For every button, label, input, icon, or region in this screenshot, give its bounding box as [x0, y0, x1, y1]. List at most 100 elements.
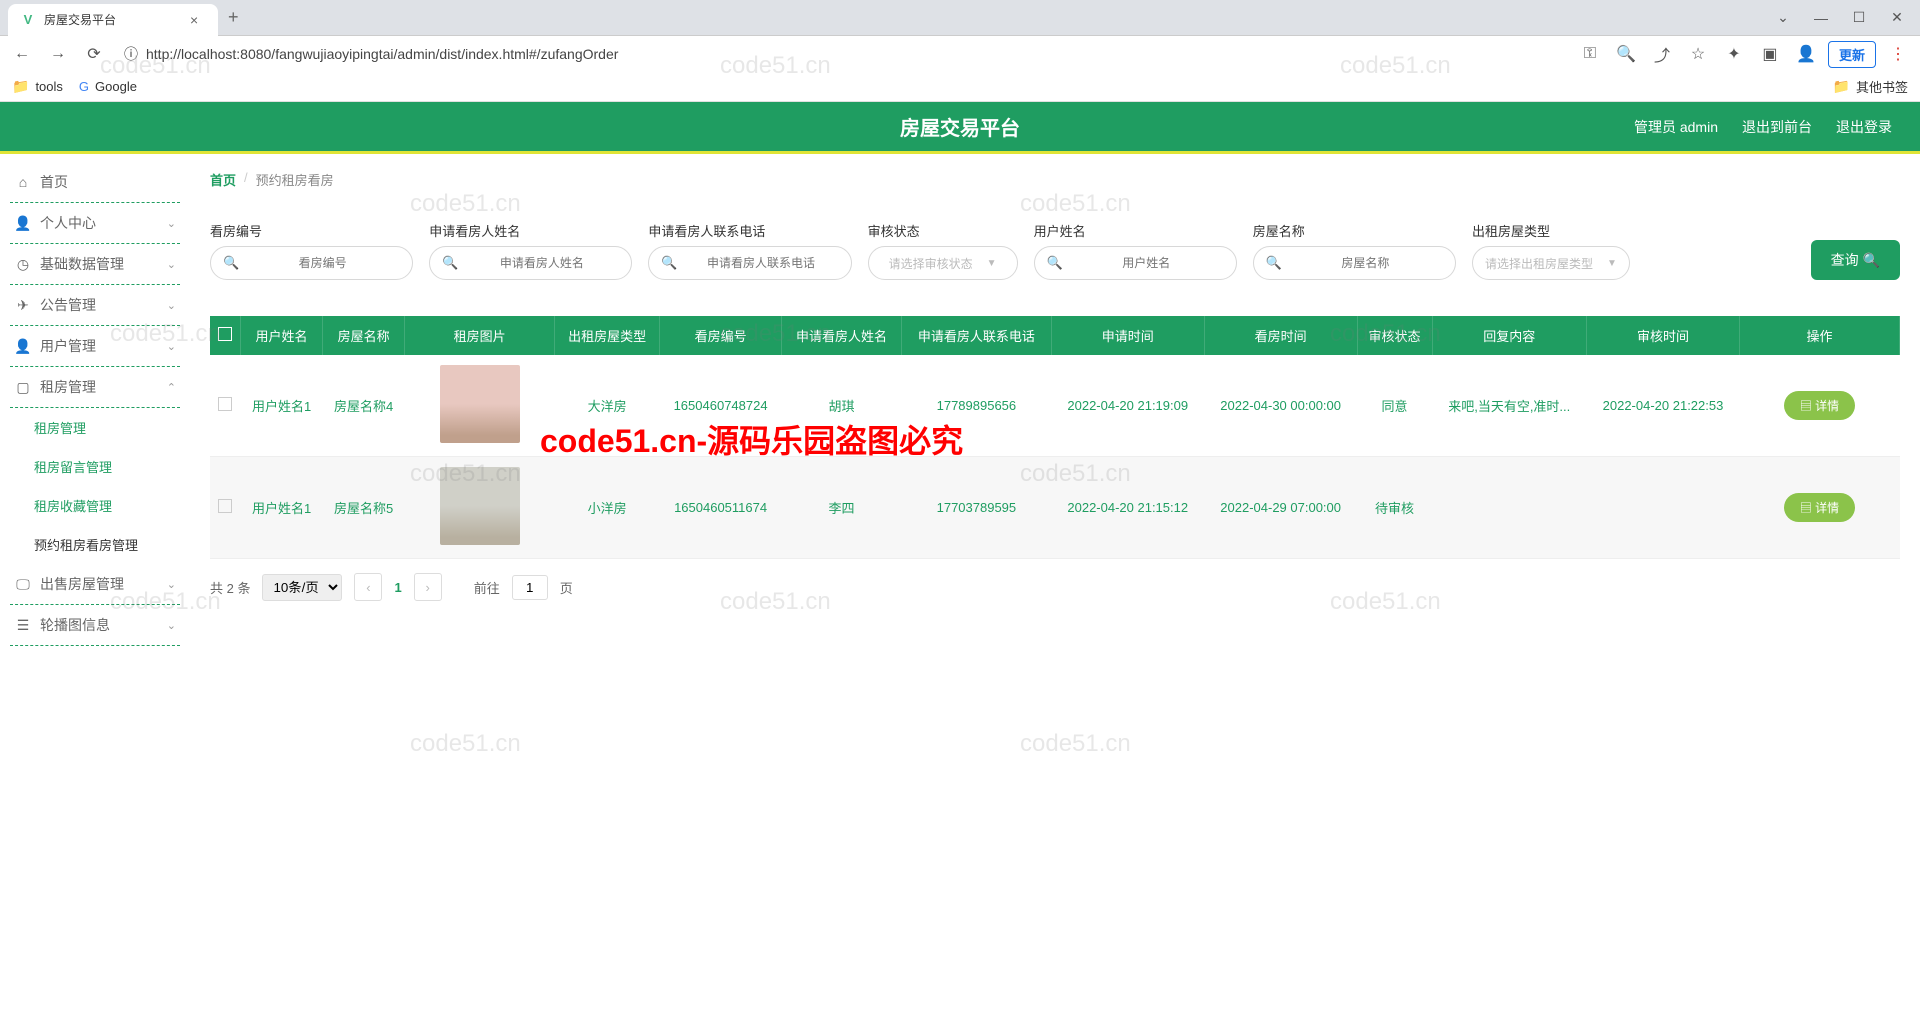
- zoom-icon[interactable]: 🔍: [1612, 40, 1640, 68]
- house-image[interactable]: [440, 467, 520, 545]
- th: 回复内容: [1432, 316, 1586, 355]
- new-tab-button[interactable]: +: [218, 7, 249, 28]
- reload-icon[interactable]: ⟳: [80, 40, 108, 68]
- table-row: 用户姓名1 房屋名称5 小洋房 1650460511674 李四 1770378…: [210, 457, 1900, 559]
- logout-link[interactable]: 退出登录: [1836, 117, 1892, 137]
- search-field-house: 房屋名称 🔍: [1253, 221, 1456, 280]
- user-icon: 👤: [14, 215, 32, 232]
- cell-type: 小洋房: [555, 457, 660, 559]
- next-page-button[interactable]: ›: [414, 573, 442, 601]
- minimize-icon[interactable]: —: [1806, 3, 1836, 33]
- table-header-row: 用户姓名 房屋名称 租房图片 出租房屋类型 看房编号 申请看房人姓名 申请看房人…: [210, 316, 1900, 355]
- search-field-status: 审核状态 请选择审核状态▼: [868, 221, 1018, 280]
- profile-icon[interactable]: 👤: [1792, 40, 1820, 68]
- th: 看房编号: [660, 316, 782, 355]
- tab-title: 房屋交易平台: [44, 11, 182, 28]
- th: 申请看房人姓名: [782, 316, 902, 355]
- breadcrumb: 首页 / 预约租房看房: [210, 170, 1900, 189]
- dropdown-icon[interactable]: ⌄: [1768, 3, 1798, 33]
- breadcrumb-home[interactable]: 首页: [210, 170, 236, 189]
- close-window-icon[interactable]: ✕: [1882, 3, 1912, 33]
- menu-icon[interactable]: ⋮: [1884, 40, 1912, 68]
- detail-button[interactable]: ▤ 详情: [1784, 493, 1855, 522]
- sidebar-item-carousel[interactable]: ☰轮播图信息⌄: [10, 605, 180, 646]
- search-select-rent-type[interactable]: 请选择出租房屋类型▼: [1472, 246, 1630, 280]
- cell-image: [405, 355, 555, 457]
- page-size-select[interactable]: 10条/页: [262, 574, 342, 601]
- search-icon: 🔍: [1047, 255, 1063, 271]
- sidebar-sub-view[interactable]: 预约租房看房管理: [10, 525, 180, 564]
- update-button[interactable]: 更新: [1828, 41, 1876, 68]
- send-icon: ✈: [14, 297, 32, 314]
- browser-tab[interactable]: V 房屋交易平台 ×: [8, 4, 218, 36]
- chevron-down-icon: ⌄: [167, 258, 176, 271]
- sidebar-item-sell[interactable]: 🖵出售房屋管理⌄: [10, 564, 180, 605]
- panel-icon[interactable]: ▣: [1756, 40, 1784, 68]
- cell-review-time: 2022-04-20 21:22:53: [1586, 355, 1739, 457]
- search-field-user: 用户姓名 🔍: [1034, 221, 1237, 280]
- th: 租房图片: [405, 316, 555, 355]
- th: 房屋名称: [323, 316, 405, 355]
- cell-image: [405, 457, 555, 559]
- search-input-phone[interactable]: 🔍: [648, 246, 851, 280]
- url-box[interactable]: ⓘ http://localhost:8080/fangwujiaoyiping…: [116, 44, 1568, 64]
- sidebar-item-home[interactable]: ⌂首页: [10, 162, 180, 203]
- search-select-status[interactable]: 请选择审核状态▼: [868, 246, 1018, 280]
- share-icon[interactable]: ⤴: [1648, 40, 1676, 68]
- search-input-house[interactable]: 🔍: [1253, 246, 1456, 280]
- list-icon: ☰: [14, 617, 32, 634]
- prev-page-button[interactable]: ‹: [354, 573, 382, 601]
- chevron-down-icon: ⌄: [167, 217, 176, 230]
- sidebar-sub-fav[interactable]: 租房收藏管理: [10, 486, 180, 525]
- goto-front-link[interactable]: 退出到前台: [1742, 117, 1812, 137]
- goto-label: 前往: [474, 578, 500, 597]
- chevron-down-icon: ⌄: [167, 578, 176, 591]
- sidebar-item-notice[interactable]: ✈公告管理⌄: [10, 285, 180, 326]
- bookmark-tools[interactable]: 📁tools: [12, 78, 63, 95]
- house-image[interactable]: [440, 365, 520, 443]
- page-number[interactable]: 1: [394, 580, 401, 595]
- cell-code: 1650460748724: [660, 355, 782, 457]
- goto-page-input[interactable]: [512, 575, 548, 600]
- main-content: 首页 / 预约租房看房 看房编号 🔍 申请看房人姓名 🔍 申请看房人联系电话 🔍…: [190, 154, 1920, 654]
- search-input-code[interactable]: 🔍: [210, 246, 413, 280]
- breadcrumb-separator: /: [244, 170, 248, 189]
- sidebar-item-basic[interactable]: ◷基础数据管理⌄: [10, 244, 180, 285]
- checkbox[interactable]: [218, 397, 232, 411]
- detail-button[interactable]: ▤ 详情: [1784, 391, 1855, 420]
- key-icon[interactable]: ⚿: [1576, 40, 1604, 68]
- search-input-user[interactable]: 🔍: [1034, 246, 1237, 280]
- google-icon: G: [79, 79, 89, 94]
- cell-reply: [1432, 457, 1586, 559]
- bookmark-google[interactable]: GGoogle: [79, 79, 137, 94]
- sidebar-item-rent[interactable]: ▢租房管理⌃: [10, 367, 180, 408]
- chevron-down-icon: ⌄: [167, 340, 176, 353]
- query-button[interactable]: 查询 🔍: [1811, 240, 1900, 280]
- clipboard-icon: ▢: [14, 379, 32, 396]
- forward-icon[interactable]: →: [44, 40, 72, 68]
- app-header: 房屋交易平台 管理员 admin 退出到前台 退出登录: [0, 102, 1920, 154]
- vue-favicon-icon: V: [20, 12, 36, 28]
- star-icon[interactable]: ☆: [1684, 40, 1712, 68]
- tab-bar: V 房屋交易平台 × + ⌄ — ☐ ✕: [0, 0, 1920, 36]
- maximize-icon[interactable]: ☐: [1844, 3, 1874, 33]
- current-user[interactable]: 管理员 admin: [1634, 117, 1718, 137]
- folder-icon: 📁: [1833, 78, 1850, 95]
- sidebar-item-user[interactable]: 👤用户管理⌄: [10, 326, 180, 367]
- sidebar-sub-rent[interactable]: 租房管理: [10, 408, 180, 447]
- cell-review-time: [1586, 457, 1739, 559]
- cell-apply-time: 2022-04-20 21:15:12: [1051, 457, 1204, 559]
- sidebar-sub-msg[interactable]: 租房留言管理: [10, 447, 180, 486]
- sidebar-item-personal[interactable]: 👤个人中心⌄: [10, 203, 180, 244]
- checkbox[interactable]: [218, 499, 232, 513]
- back-icon[interactable]: ←: [8, 40, 36, 68]
- extension-icon[interactable]: ✦: [1720, 40, 1748, 68]
- search-icon: 🔍: [661, 255, 677, 271]
- other-bookmarks[interactable]: 📁其他书签: [1833, 77, 1908, 96]
- th: 审核状态: [1357, 316, 1432, 355]
- label: 申请看房人联系电话: [648, 221, 851, 240]
- checkbox-icon[interactable]: [218, 327, 232, 341]
- close-tab-icon[interactable]: ×: [190, 12, 206, 28]
- search-input-viewer[interactable]: 🔍: [429, 246, 632, 280]
- chevron-down-icon: ⌄: [167, 299, 176, 312]
